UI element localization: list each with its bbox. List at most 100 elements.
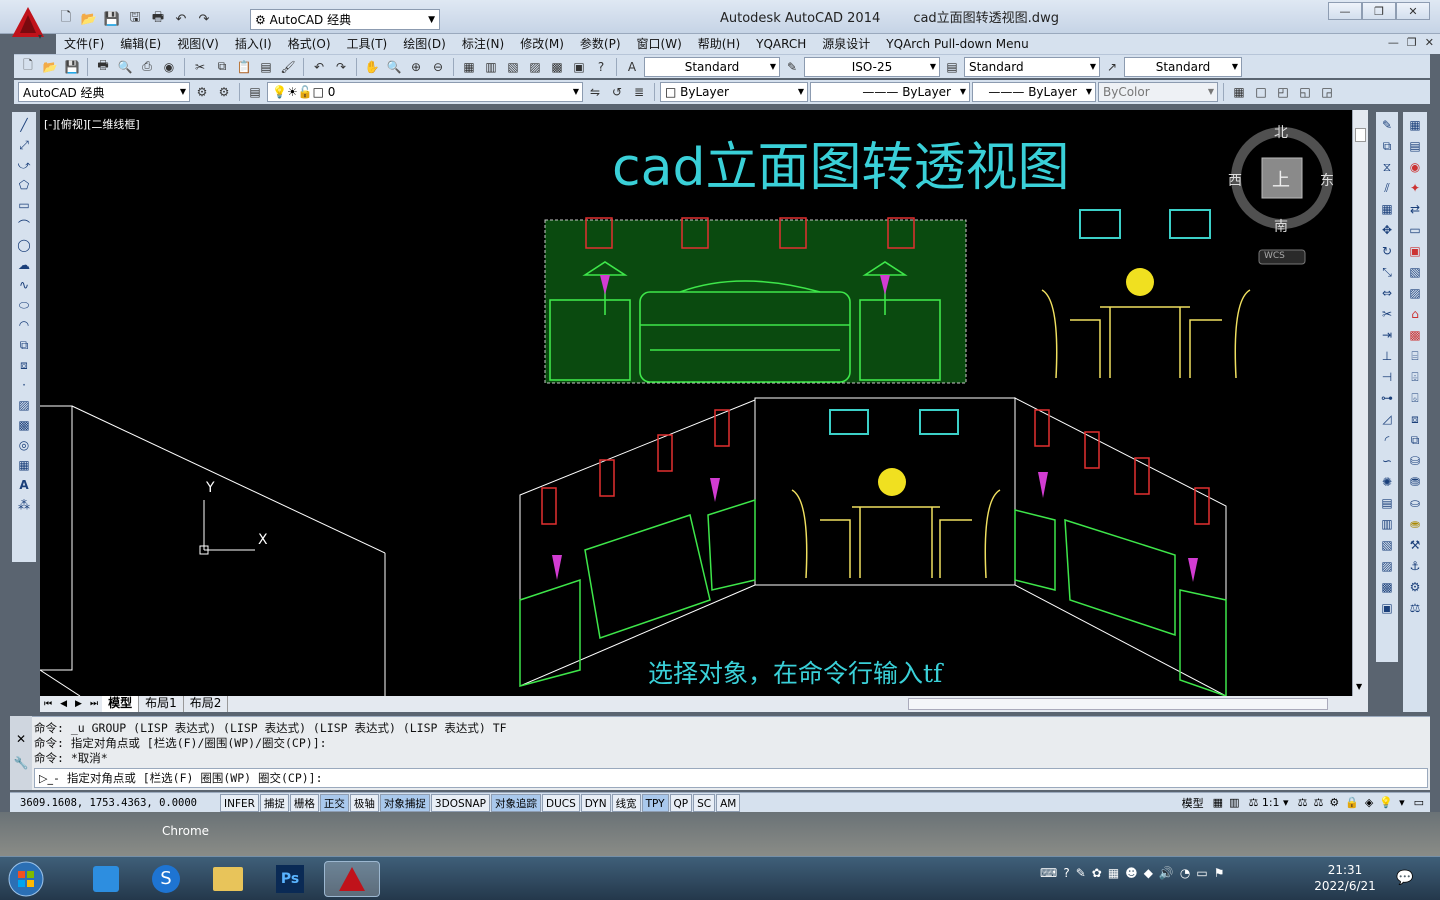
status-toggle-button[interactable]: 对象捕捉 — [379, 793, 430, 812]
viewcube-north[interactable]: 北 — [1274, 122, 1288, 142]
yq-u-icon[interactable]: ⚒ — [1406, 536, 1424, 554]
yq-o-icon[interactable]: ⧈ — [1406, 410, 1424, 428]
trim-icon[interactable]: ✂ — [1378, 305, 1396, 323]
annotation-scale[interactable]: ⚖ 1:1 ▾ — [1242, 796, 1294, 809]
keyboard-icon[interactable]: ⌨ — [1040, 866, 1057, 880]
blend-icon[interactable]: ∽ — [1378, 452, 1396, 470]
start-button[interactable] — [4, 861, 48, 897]
construction-line-icon[interactable]: ⤢ — [15, 136, 33, 154]
menu-item[interactable]: 帮助(H) — [690, 34, 748, 54]
menu-item[interactable]: 格式(O) — [280, 34, 339, 54]
yq-b-icon[interactable]: ▤ — [1406, 137, 1424, 155]
viewcube-east[interactable]: 东 — [1320, 170, 1334, 190]
status-toggle-button[interactable]: 正交 — [319, 793, 349, 812]
tab-last-icon[interactable]: ⏭ — [86, 699, 102, 709]
yq-tool-4-icon[interactable]: ▨ — [1378, 557, 1396, 575]
scroll-thumb[interactable] — [1355, 128, 1366, 142]
taskbar-app-list-icon[interactable] — [78, 861, 134, 897]
yq-tool-1-icon[interactable]: ▤ — [1378, 494, 1396, 512]
mleader-style-icon[interactable]: ↗ — [1102, 57, 1122, 77]
array-icon[interactable]: ▦ — [1378, 200, 1396, 218]
close-button[interactable]: ✕ — [1396, 2, 1430, 20]
quick-view-layouts-icon[interactable]: ▦ — [1210, 796, 1226, 809]
drawing-canvas[interactable]: [-][俯视][二维线框] cad立面图转透视图 选择对象，在命令行输入tf Y… — [40, 110, 1352, 696]
close-command-icon[interactable]: ✕ — [16, 732, 26, 746]
status-toggle-button[interactable]: 3DOSNAP — [430, 793, 490, 812]
cut-icon[interactable]: ✂ — [190, 57, 210, 77]
hatch-icon[interactable]: ▨ — [15, 396, 33, 414]
yq-e-icon[interactable]: ⇄ — [1406, 200, 1424, 218]
status-toggle-button[interactable]: 捕捉 — [259, 793, 289, 812]
table-style-select[interactable]: Standard ▼ — [964, 56, 1100, 77]
viewport-controls-label[interactable]: [-][俯视][二维线框] — [44, 116, 140, 132]
viewports-icon[interactable]: ▦ — [1229, 82, 1249, 102]
clip-viewport-icon[interactable]: ◲ — [1317, 82, 1337, 102]
color-select[interactable]: □ ByLayer ▼ — [660, 82, 808, 102]
command-input[interactable]: ▷_ - 指定对角点或 [栏选(F) 圈围(WP) 圈交(CP)]: — [34, 768, 1428, 788]
design-center-icon[interactable]: ▥ — [481, 57, 501, 77]
text-style-select[interactable]: Standard ▼ — [644, 56, 780, 77]
hardware-acceleration-icon[interactable]: ◈ — [1362, 796, 1376, 809]
coordinate-readout[interactable]: 3609.1608, 1753.4363, 0.0000 — [10, 797, 220, 809]
tab-model[interactable]: 模型 — [102, 696, 140, 712]
yq-c-icon[interactable]: ◉ — [1406, 158, 1424, 176]
yq-k-icon[interactable]: ▩ — [1406, 326, 1424, 344]
ellipse-arc-icon[interactable]: ◠ — [15, 316, 33, 334]
taskbar-photoshop-icon[interactable]: Ps — [262, 861, 318, 897]
yq-s-icon[interactable]: ⛀ — [1406, 494, 1424, 512]
help-icon[interactable]: ? — [1063, 866, 1069, 880]
status-toggle-button[interactable]: 对象追踪 — [491, 793, 541, 812]
circle-icon[interactable]: ◯ — [15, 236, 33, 254]
paste-block-icon[interactable]: ▤ — [256, 57, 276, 77]
yq-q-icon[interactable]: ⛁ — [1406, 452, 1424, 470]
flower-icon[interactable]: ✿ — [1092, 866, 1102, 880]
copy-icon[interactable]: ⧉ — [212, 57, 232, 77]
open-icon[interactable]: 📂 — [40, 57, 60, 77]
text-style-icon[interactable]: A — [622, 57, 642, 77]
menu-item[interactable]: 插入(I) — [227, 34, 280, 54]
yq-v-icon[interactable]: ⚓ — [1406, 557, 1424, 575]
fillet-icon[interactable]: ◜ — [1378, 431, 1396, 449]
status-toggle-button[interactable]: 线宽 — [611, 793, 641, 812]
mirror-icon[interactable]: ⧖ — [1378, 158, 1396, 176]
taskbar-explorer-icon[interactable] — [200, 861, 256, 897]
yq-h-icon[interactable]: ▧ — [1406, 263, 1424, 281]
yq-i-icon[interactable]: ▨ — [1406, 284, 1424, 302]
wcs-menu[interactable]: WCS — [1264, 251, 1285, 261]
auto-scale-icon[interactable]: ⚖ — [1310, 796, 1326, 809]
clock-tray-icon[interactable]: ◔ — [1180, 866, 1190, 880]
qnew-icon[interactable]: 🗋 — [18, 57, 38, 77]
yq-l-icon[interactable]: ⌸ — [1406, 347, 1424, 365]
break-at-point-icon[interactable]: ⊥ — [1378, 347, 1396, 365]
doc-minimize-icon[interactable]: — — [1388, 36, 1399, 49]
volume-icon[interactable]: 🔊 — [1159, 866, 1174, 880]
menu-item[interactable]: YQARCH — [748, 34, 814, 54]
publish-icon[interactable]: ⎙ — [137, 57, 157, 77]
menu-item[interactable]: 文件(F) — [56, 34, 112, 54]
isolate-objects-icon[interactable]: 💡 — [1376, 796, 1396, 809]
status-toggle-button[interactable]: INFER — [220, 793, 259, 812]
insert-block-icon[interactable]: ⧉ — [15, 336, 33, 354]
yq-p-icon[interactable]: ⧉ — [1406, 431, 1424, 449]
desktop-icon-label[interactable]: Chrome — [162, 824, 209, 838]
horizontal-scrollbar[interactable] — [908, 698, 1329, 710]
yq-n-icon[interactable]: ⌺ — [1406, 389, 1424, 407]
undo-icon[interactable]: ↶ — [309, 57, 329, 77]
explode-icon[interactable]: ✺ — [1378, 473, 1396, 491]
workspace-settings-icon[interactable]: ⚙ — [192, 82, 212, 102]
region-icon[interactable]: ◎ — [15, 436, 33, 454]
make-block-icon[interactable]: ⧈ — [15, 356, 33, 374]
menu-item[interactable]: YQArch Pull-down Menu — [878, 34, 1036, 54]
undo-icon[interactable]: ↶ — [171, 9, 191, 29]
single-viewport-icon[interactable]: □ — [1251, 82, 1271, 102]
point-icon[interactable]: · — [15, 376, 33, 394]
qq-icon[interactable]: ☻ — [1125, 866, 1138, 880]
taskbar-autocad-icon[interactable] — [324, 861, 380, 897]
yq-f-icon[interactable]: ▭ — [1406, 221, 1424, 239]
status-toggle-button[interactable]: DUCS — [542, 793, 580, 812]
yq-m-icon[interactable]: ⌹ — [1406, 368, 1424, 386]
break-icon[interactable]: ⊣ — [1378, 368, 1396, 386]
help-icon[interactable]: ? — [591, 57, 611, 77]
tab-next-icon[interactable]: ▶ — [71, 699, 86, 709]
menu-item[interactable]: 编辑(E) — [112, 34, 169, 54]
